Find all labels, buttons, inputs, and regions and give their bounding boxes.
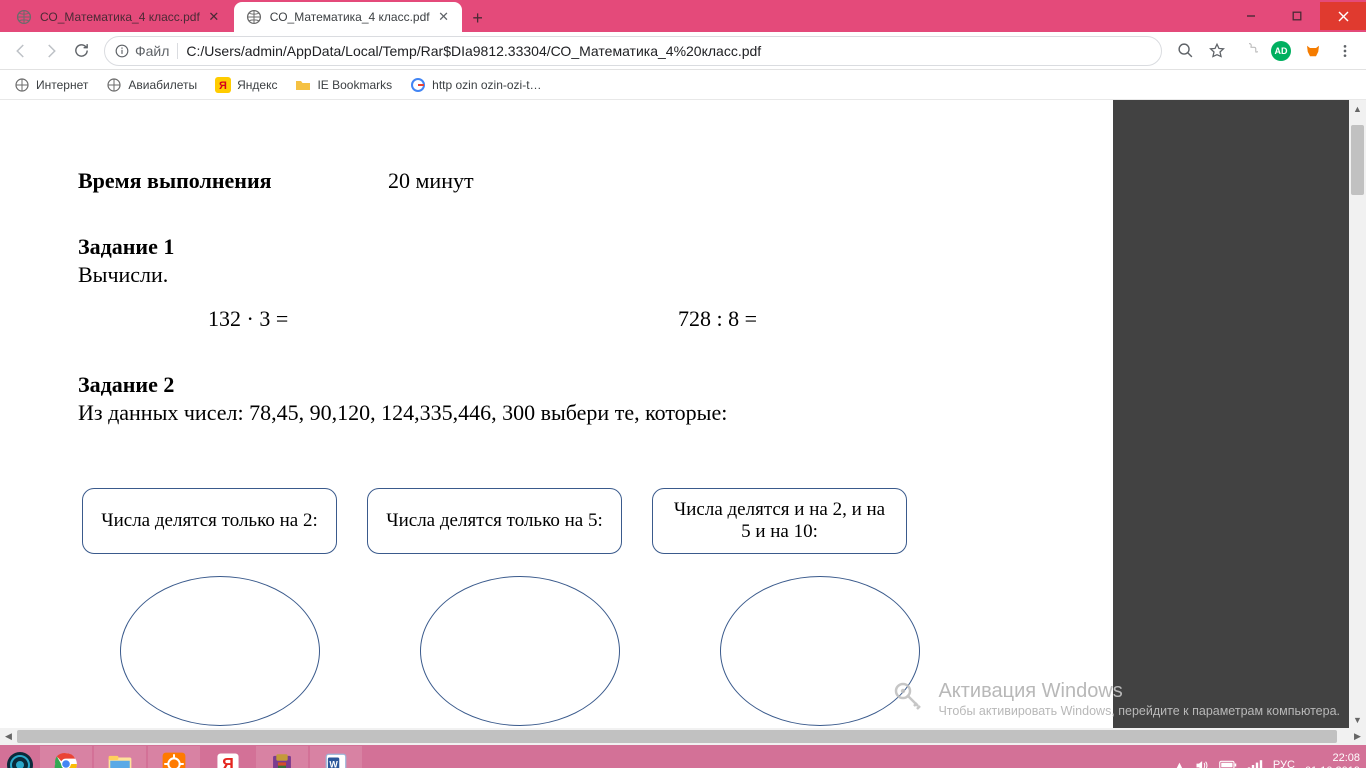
bookmark-label: Яндекс bbox=[237, 78, 277, 92]
globe-icon bbox=[106, 77, 122, 93]
bookmark-label: Авиабилеты bbox=[128, 78, 197, 92]
back-button[interactable] bbox=[6, 36, 36, 66]
scroll-right-arrow-icon[interactable]: ▶ bbox=[1349, 728, 1366, 745]
tray-overflow-icon[interactable]: ▲ bbox=[1175, 760, 1184, 768]
oval-3 bbox=[720, 576, 920, 726]
bookmark-label: Интернет bbox=[36, 78, 88, 92]
window-controls bbox=[1228, 2, 1366, 32]
bookmark-ie[interactable]: IE Bookmarks bbox=[295, 77, 392, 93]
pdf-sidebar-dark: ▲ ▼ bbox=[1113, 100, 1366, 728]
scroll-down-arrow-icon[interactable]: ▼ bbox=[1349, 711, 1366, 728]
task2-text: Из данных чисел: 78,45, 90,120, 124,335,… bbox=[78, 400, 1000, 426]
volume-icon[interactable] bbox=[1194, 758, 1209, 768]
omnibox-divider bbox=[177, 43, 178, 59]
globe-icon bbox=[246, 9, 262, 25]
vertical-scrollbar[interactable]: ▲ ▼ bbox=[1349, 100, 1366, 728]
time-value: 20 минут bbox=[388, 168, 474, 194]
bookmark-yandex[interactable]: Я Яндекс bbox=[215, 77, 277, 93]
pdf-page: навыков Применение Время выполнения 20 м… bbox=[0, 100, 1113, 728]
globe-icon bbox=[16, 9, 32, 25]
svg-text:Я: Я bbox=[219, 80, 227, 92]
browser-toolbar: Файл C:/Users/admin/AppData/Local/Temp/R… bbox=[0, 32, 1366, 70]
tab-inactive[interactable]: СО_Математика_4 класс.pdf ✕ bbox=[4, 2, 232, 32]
content-area: навыков Применение Время выполнения 20 м… bbox=[0, 100, 1366, 728]
file-chip-label: Файл bbox=[135, 43, 169, 59]
folder-icon bbox=[295, 77, 311, 93]
site-info-icon[interactable] bbox=[115, 44, 129, 58]
doc-cutoff-row: навыков Применение bbox=[78, 104, 1000, 130]
box-div2: Числа делятся только на 2: bbox=[82, 488, 337, 554]
expression-a: 132 · 3 = bbox=[208, 306, 678, 332]
task-chrome[interactable] bbox=[40, 746, 92, 768]
tab-title: СО_Математика_4 класс.pdf bbox=[40, 10, 200, 24]
oval-1 bbox=[120, 576, 320, 726]
close-window-button[interactable] bbox=[1320, 2, 1366, 30]
task-yandex[interactable]: Я bbox=[202, 746, 254, 768]
taskbar: Я W ▲ РУС 22:08 01.10.2019 bbox=[0, 745, 1366, 768]
close-icon[interactable]: ✕ bbox=[436, 9, 452, 25]
wifi-icon[interactable] bbox=[1247, 758, 1263, 768]
google-icon bbox=[410, 77, 426, 93]
battery-icon[interactable] bbox=[1219, 759, 1237, 768]
bookmarks-bar: Интернет Авиабилеты Я Яндекс IE Bookmark… bbox=[0, 70, 1366, 100]
tab-active[interactable]: СО_Математика_4 класс.pdf ✕ bbox=[234, 2, 462, 32]
svg-text:Я: Я bbox=[222, 756, 234, 768]
reload-button[interactable] bbox=[66, 36, 96, 66]
expression-b: 728 : 8 = bbox=[678, 306, 757, 332]
address-text: C:/Users/admin/AppData/Local/Temp/Rar$DI… bbox=[186, 43, 1151, 59]
tab-title: СО_Математика_4 класс.pdf bbox=[270, 10, 430, 24]
clock-time: 22:08 bbox=[1305, 752, 1360, 765]
bookmark-star-icon[interactable] bbox=[1202, 36, 1232, 66]
box-div2-5-10: Числа делятся и на 2, и на 5 и на 10: bbox=[652, 488, 907, 554]
task1-title: Задание 1 bbox=[78, 234, 1000, 260]
task-explorer[interactable] bbox=[94, 746, 146, 768]
svg-text:W: W bbox=[329, 759, 338, 768]
bookmark-internet[interactable]: Интернет bbox=[14, 77, 88, 93]
h-scroll-thumb[interactable] bbox=[17, 730, 1337, 743]
taskbar-items: Я W bbox=[40, 745, 362, 768]
box-div5: Числа делятся только на 5: bbox=[367, 488, 622, 554]
zoom-icon[interactable] bbox=[1170, 36, 1200, 66]
tab-strip: СО_Математика_4 класс.pdf ✕ СО_Математик… bbox=[0, 0, 1366, 32]
bookmark-ozin[interactable]: http ozin ozin-ozi-t… bbox=[410, 77, 541, 93]
extension-icon[interactable] bbox=[1234, 36, 1264, 66]
task1-text: Вычисли. bbox=[78, 262, 1000, 288]
address-bar[interactable]: Файл C:/Users/admin/AppData/Local/Temp/R… bbox=[104, 36, 1162, 66]
menu-icon[interactable] bbox=[1330, 36, 1360, 66]
scroll-up-arrow-icon[interactable]: ▲ bbox=[1349, 100, 1366, 117]
profile-badge[interactable]: AD bbox=[1266, 36, 1296, 66]
close-icon[interactable]: ✕ bbox=[206, 9, 222, 25]
task2-title: Задание 2 bbox=[78, 372, 1000, 398]
oval-2 bbox=[420, 576, 620, 726]
category-boxes: Числа делятся только на 2: Числа делятся… bbox=[82, 488, 1000, 554]
yandex-icon: Я bbox=[215, 77, 231, 93]
bookmark-label: IE Bookmarks bbox=[317, 78, 392, 92]
maximize-button[interactable] bbox=[1274, 2, 1320, 30]
time-label: Время выполнения bbox=[78, 168, 388, 194]
extension-fox-icon[interactable] bbox=[1298, 36, 1328, 66]
task-winrar[interactable] bbox=[256, 746, 308, 768]
system-tray: ▲ РУС 22:08 01.10.2019 bbox=[1175, 752, 1366, 768]
start-button[interactable] bbox=[0, 745, 40, 768]
scroll-left-arrow-icon[interactable]: ◀ bbox=[0, 728, 17, 745]
scroll-thumb[interactable] bbox=[1351, 125, 1364, 195]
minimize-button[interactable] bbox=[1228, 2, 1274, 30]
new-tab-button[interactable]: + bbox=[464, 4, 492, 32]
bookmark-flights[interactable]: Авиабилеты bbox=[106, 77, 197, 93]
bookmark-label: http ozin ozin-ozi-t… bbox=[432, 78, 541, 92]
globe-icon bbox=[14, 77, 30, 93]
task-word[interactable]: W bbox=[310, 746, 362, 768]
task-settings[interactable] bbox=[148, 746, 200, 768]
ad-badge-label: AD bbox=[1271, 41, 1291, 61]
forward-button[interactable] bbox=[36, 36, 66, 66]
horizontal-scrollbar[interactable]: ◀ ▶ bbox=[0, 728, 1366, 745]
language-indicator[interactable]: РУС bbox=[1273, 759, 1295, 768]
answer-ovals bbox=[120, 576, 1000, 726]
clock[interactable]: 22:08 01.10.2019 bbox=[1305, 752, 1360, 768]
